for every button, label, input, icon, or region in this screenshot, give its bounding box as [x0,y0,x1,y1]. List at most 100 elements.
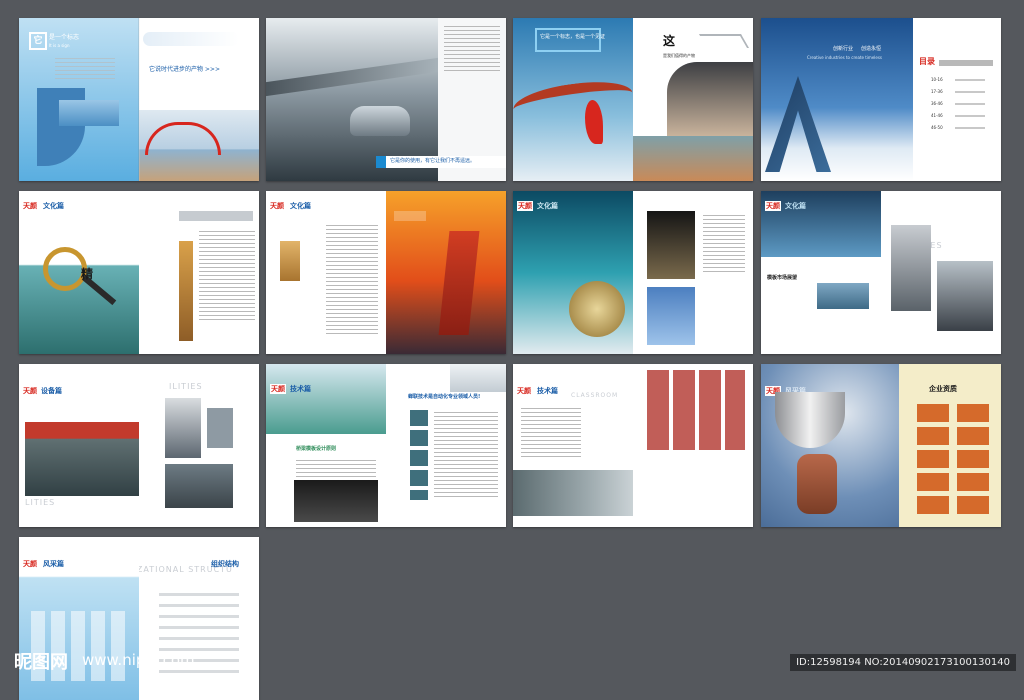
english-slogan: Creative industries to create timeless [807,55,883,60]
bridge-photo [59,100,119,126]
spread-7-right-page [633,191,753,354]
toc-item-line [955,115,985,117]
toc-item-range: 41-46 [931,113,943,118]
site-logo: 昵图网 [14,652,68,673]
spread-1[interactable]: 它 是一个标志 It is a sign 它说时代进步的产物 >>> [19,18,259,181]
toc-item[interactable]: 46-50 [931,124,991,136]
ghost-heading: ILITIES [169,382,203,391]
brand-logo: 天颜 [765,201,781,211]
structure-photo [647,211,695,279]
hand [797,454,837,514]
spread-2[interactable]: 它是你的使用，有它让我们不再遥远。 [266,18,506,181]
section-heading: 组织结构 [211,560,239,568]
a-shaped-arch [765,76,831,172]
toc-list: 10-16 17-36 36-46 41-46 46-50 [931,76,991,136]
workshop-photo [25,422,139,496]
spread-12[interactable]: 天颜 风采篇 企业资质 [761,364,1001,527]
spread-3[interactable]: 它是一个标志，也是一个见证 这 是我们值得的产物 [513,18,753,181]
brochure-preview-sheet: { "sheet":{"background":"#55585d"}, "spr… [0,0,1024,700]
section-heading: 企业资质 [929,385,957,393]
tagline-sub: It is a sign [49,43,70,48]
toc-item[interactable]: 41-46 [931,112,991,124]
spread-11-left-page: 天颜 技术篇 CLASSROOM [513,364,633,527]
factory-strip-photo [513,470,633,516]
toc-item-range: 17-36 [931,89,943,94]
spread-8[interactable]: 天颜 文化篇 模板市场展望 ILITIES [761,191,1001,354]
box-text: 它是一个标志，也是一个见证 [540,34,606,40]
caption: 桥梁模板设计原则 [296,446,337,452]
brand-logo: 天颜 [23,386,37,395]
spread-5-left-page: 天颜 文化篇 精 [19,191,139,354]
spread-6[interactable]: 天颜 文化篇 [266,191,506,354]
overpass [266,57,438,97]
curved-bridge [513,75,633,127]
headline: 蝉联技术是自动化专业领域人员! [408,394,481,400]
bridge-model [633,136,753,181]
trophy-photo: 天颜 风采篇 [761,364,899,527]
toc-item-line [955,127,985,129]
section-title: 设备篇 [41,386,62,395]
caption-bar: 它是你的使用，有它让我们不再遥远。 [376,156,506,168]
spread-10-left-page: 天颜 技术篇 桥梁模板设计原则 [266,364,386,527]
brand-logo: 天颜 [270,201,284,210]
sundial [569,281,625,337]
equipment-photo [891,225,931,311]
tagline: 是我们值得的产物 [663,53,695,58]
trophy-cup [775,392,845,448]
spread-11[interactable]: 天颜 技术篇 CLASSROOM [513,364,753,527]
thumbnail-strip [410,410,428,500]
toc-item-range: 46-50 [931,125,943,130]
spread-1-right-page: 它说时代进步的产物 >>> [139,18,259,181]
spread-4[interactable]: 创新行业 创造永恒 Creative industries to create … [761,18,1001,181]
text-box: 它是一个标志，也是一个见证 [535,28,605,52]
spread-9[interactable]: 天颜 设备篇 LITIES ILITIES [19,364,259,527]
spread-11-right-page [633,364,753,527]
tagline: 是一个标志 [49,34,80,41]
spread-10-right-page: 蝉联技术是自动化专业领域人员! [386,364,506,527]
caption: 模板市场展望 [767,275,798,281]
photo-grid [647,370,745,450]
toc-item-range: 36-46 [931,101,943,106]
toc-page: 目录 10-16 17-36 36-46 41-46 46-50 [913,18,1001,181]
spread-8-left-page: 天颜 文化篇 模板市场展望 [761,191,881,354]
spread-8-right-page: ILITIES [881,191,1001,354]
section-title: 文化篇 [290,201,311,210]
toc-title: 目录 [919,57,935,66]
car [350,106,410,136]
spread-5-right-page [139,191,259,354]
section-title: 文化篇 [43,201,64,210]
spread-13[interactable]: 天颜 风采篇 ORGANIZATIONAL STRUCTU 组织结构 [19,537,259,700]
brand-logo: 天颜 [23,559,37,568]
toc-item-line [955,91,985,93]
dancer-photo: 它是一个标志，也是一个见证 [513,18,633,181]
spread-3-right-page: 这 是我们值得的产物 [633,18,753,181]
spread-5[interactable]: 天颜 文化篇 精 [19,191,259,354]
site-url: www.nipic.com [82,651,195,669]
brand-logo: 天颜 [23,201,37,210]
sundial-photo: 天颜 文化篇 [513,191,633,354]
train-photo [143,32,239,46]
toc-item-range: 10-16 [931,77,943,82]
arch-photo: 创新行业 创造永恒 Creative industries to create … [761,18,913,181]
section-title: 风采篇 [43,559,64,568]
spread-1-left-page: 它 是一个标志 It is a sign [19,18,139,181]
man-photo [667,62,753,136]
bridge-photo [266,364,386,434]
toc-item[interactable]: 10-16 [931,76,991,88]
section-title: 技术篇 [537,386,558,395]
image-id: ID:12598194 NO:20140902173100130140 [790,654,1016,671]
ruler-photo [179,241,193,341]
spread-7[interactable]: 天颜 文化篇 [513,191,753,354]
fold [138,18,140,181]
slogan-1: 创新行业 [833,46,854,52]
sunset-photo [386,191,506,354]
body-text [55,58,115,80]
toc-item[interactable]: 36-46 [931,100,991,112]
model-photo [817,283,869,309]
toc-item[interactable]: 17-36 [931,88,991,100]
toc-item-line [955,103,985,105]
spread-10[interactable]: 天颜 技术篇 桥梁模板设计原则 蝉联技术是自动化专业领域人员! [266,364,506,527]
spread-9-left-page: 天颜 设备篇 LITIES [19,364,139,527]
big-char: 这 [663,34,676,48]
machine-photo [165,464,233,508]
